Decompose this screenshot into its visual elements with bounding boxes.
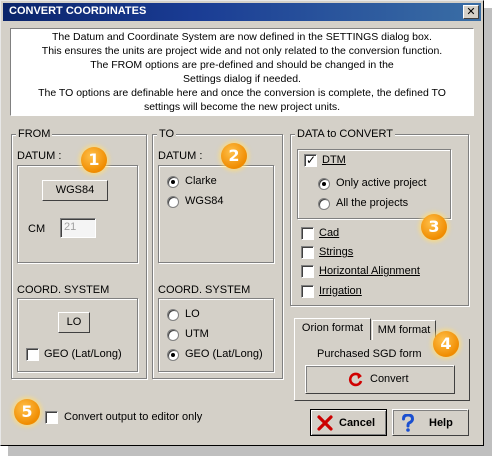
cancel-label: Cancel <box>339 417 376 429</box>
close-button[interactable]: ✕ <box>463 5 479 19</box>
editor-only-checkbox[interactable] <box>45 411 58 424</box>
cm-label: CM <box>28 223 46 235</box>
badge-3: 3 <box>421 214 447 240</box>
radio-utm-label: UTM <box>185 328 209 340</box>
tab-orion-format[interactable]: Orion format <box>294 318 371 340</box>
from-group: FROM DATUM : WGS84 CM 21 COORD. SYSTEM L… <box>11 128 147 379</box>
purchased-text: Purchased SGD form <box>317 348 422 360</box>
radio-lo-label: LO <box>185 308 200 320</box>
from-legend: FROM <box>16 128 53 140</box>
cad-label: Cad <box>319 227 340 239</box>
strings-label: Strings <box>319 246 354 258</box>
badge-5: 5 <box>14 399 40 425</box>
from-coord-box: LO GEO (Lat/Long) <box>17 298 138 372</box>
from-datum-box: WGS84 CM 21 <box>17 165 138 263</box>
radio-clarke-label: Clarke <box>185 175 217 187</box>
to-datum-label: DATUM : <box>158 150 203 162</box>
badge-2: 2 <box>221 143 247 169</box>
info-line: The TO options are definable here and on… <box>38 87 446 99</box>
horizontal-alignment-label: Horizontal Alignment <box>319 265 420 277</box>
data-legend: DATA to CONVERT <box>295 128 395 140</box>
cancel-button[interactable]: Cancel <box>310 409 387 436</box>
red-x-icon <box>317 415 333 431</box>
info-panel: The Datum and Coordinate System are now … <box>10 28 474 116</box>
help-label: Help <box>429 417 453 429</box>
radio-only-active-label: Only active project <box>336 177 427 189</box>
radio-clarke[interactable] <box>167 176 179 188</box>
irrigation-label: Irrigation <box>319 285 362 297</box>
irrigation-checkbox[interactable] <box>301 285 314 298</box>
cad-checkbox[interactable] <box>301 227 314 240</box>
tab-mm-format[interactable]: MM format <box>372 320 436 340</box>
to-coord-box: LO UTM GEO (Lat/Long) <box>158 298 274 372</box>
geo-label: GEO (Lat/Long) <box>44 348 122 360</box>
from-coord-button[interactable]: LO <box>58 312 90 333</box>
to-coord-label: COORD. SYSTEM <box>158 284 251 296</box>
title-bar: CONVERT COORDINATES ✕ <box>3 3 481 21</box>
info-line: The FROM options are pre-defined and sho… <box>90 59 394 71</box>
convert-button[interactable]: Convert <box>305 365 455 394</box>
radio-all-projects[interactable] <box>318 198 330 210</box>
geo-checkbox[interactable] <box>26 348 39 361</box>
radio-wgs84[interactable] <box>167 196 179 208</box>
editor-only-label: Convert output to editor only <box>64 411 203 423</box>
strings-checkbox[interactable] <box>301 246 314 259</box>
to-group: TO DATUM : Clarke WGS84 COORD. SYSTEM LO… <box>152 128 283 379</box>
close-icon: ✕ <box>466 5 476 18</box>
dtm-box: DTM Only active project All the projects <box>297 149 451 219</box>
info-line: The Datum and Coordinate System are now … <box>52 31 432 43</box>
dtm-checkbox[interactable] <box>304 153 317 167</box>
badge-4: 4 <box>433 331 459 357</box>
horizontal-alignment-checkbox[interactable] <box>301 265 314 278</box>
badge-1: 1 <box>81 147 107 173</box>
info-line: This ensures the units are project wide … <box>41 45 443 57</box>
cm-input[interactable]: 21 <box>60 218 96 238</box>
from-datum-label: DATUM : <box>17 150 62 162</box>
from-coord-label: COORD. SYSTEM <box>17 284 110 296</box>
blue-question-icon <box>402 414 415 432</box>
radio-lo[interactable] <box>167 309 179 321</box>
to-datum-box: Clarke WGS84 <box>158 165 274 263</box>
radio-geo-label: GEO (Lat/Long) <box>185 348 263 360</box>
help-button[interactable]: Help <box>392 409 469 436</box>
convert-label: Convert <box>370 373 409 385</box>
radio-only-active[interactable] <box>318 178 330 190</box>
info-line: Settings dialog if needed. <box>183 73 301 85</box>
to-legend: TO <box>157 128 177 140</box>
from-datum-button[interactable]: WGS84 <box>42 180 108 201</box>
convert-icon <box>348 372 363 387</box>
dtm-label: DTM <box>322 154 346 166</box>
radio-all-projects-label: All the projects <box>336 197 409 209</box>
info-line: settings will become the new project uni… <box>143 101 341 113</box>
convert-coordinates-dialog: CONVERT COORDINATES ✕ The Datum and Coor… <box>0 0 484 446</box>
window-title: CONVERT COORDINATES <box>9 5 147 17</box>
radio-geo[interactable] <box>167 349 179 361</box>
radio-wgs84-label: WGS84 <box>185 195 224 207</box>
radio-utm[interactable] <box>167 329 179 341</box>
